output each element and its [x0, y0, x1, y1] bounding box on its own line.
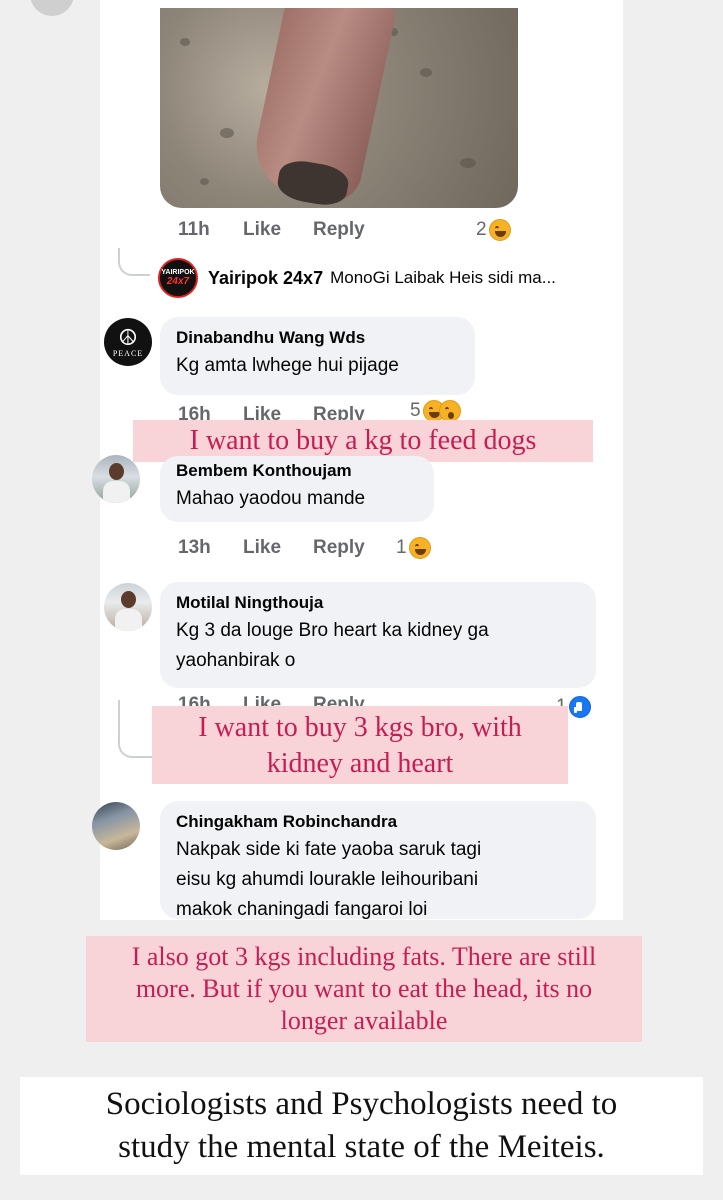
page-reply[interactable]: YAIRIPOK 24x7 Yairipok 24x7 MonoGi Laiba…: [158, 258, 556, 298]
comment-reactions[interactable]: 5: [410, 400, 461, 422]
overlay-caption: I also got 3 kgs including fats. There a…: [86, 936, 642, 1042]
like-reaction-icon: [568, 696, 591, 718]
wow-emoji-icon: [438, 400, 461, 422]
reaction-count: 5: [410, 400, 421, 421]
comment-actions: 13h Like Reply: [178, 537, 365, 559]
comment-reply-button[interactable]: Reply: [313, 537, 365, 559]
comment-bubble: Motilal Ningthouja Kg 3 da louge Bro hea…: [160, 582, 596, 688]
comment-text: Kg amta lwhege hui pijage: [176, 355, 399, 376]
page-avatar: YAIRIPOK 24x7: [158, 258, 198, 298]
comment-text-line: Kg 3 da louge Bro heart ka kidney ga: [176, 620, 489, 641]
haha-emoji-icon: [488, 219, 511, 241]
comment-like-button[interactable]: Like: [243, 694, 313, 706]
comment-time: 13h: [178, 537, 211, 558]
avatar[interactable]: [104, 583, 152, 631]
overlay-caption: I want to buy 3 kgs bro, with kidney and…: [152, 706, 568, 784]
peace-icon: ☮: [118, 324, 138, 350]
comment-bubble: Chingakham Robinchandra Nakpak side ki f…: [160, 801, 596, 919]
bottom-caption: Sociologists and Psychologists need to s…: [20, 1077, 703, 1175]
page-reply-name[interactable]: Yairipok 24x7: [208, 268, 323, 289]
avatar[interactable]: [92, 802, 140, 850]
reaction-count: 1: [396, 537, 407, 558]
avatar[interactable]: ☮ PEACE: [104, 318, 152, 366]
comment-text-line: Nakpak side ki fate yaoba saruk tagi: [176, 839, 482, 860]
photo-reply-button[interactable]: Reply: [313, 219, 365, 241]
comment-like-button[interactable]: Like: [243, 537, 313, 559]
comment-author[interactable]: Chingakham Robinchandra: [176, 811, 580, 833]
comment-actions: 16h Like Reply: [178, 694, 365, 706]
photo-reactions[interactable]: 2: [476, 219, 511, 241]
photo-like-button[interactable]: Like: [243, 219, 313, 241]
comment-text-line: eisu kg ahumdi lourakle leihouribani: [176, 869, 479, 890]
story-frame: 11h Like Reply 2 YAIRIPOK 24x7 Yairipok …: [0, 0, 723, 1200]
photo-time: 11h: [178, 219, 210, 240]
comment-author[interactable]: Dinabandhu Wang Wds: [176, 327, 459, 349]
avatar[interactable]: [92, 455, 140, 503]
comment-text: Mahao yaodou mande: [176, 488, 366, 509]
photo-actions: 11h Like Reply: [178, 219, 365, 241]
comment-text-line: yaohanbirak o: [176, 650, 296, 671]
comment-time: 16h: [178, 694, 211, 706]
story-corner-dot: [30, 0, 74, 16]
thread-connector: [118, 700, 154, 758]
comment-bubble: Bembem Konthoujam Mahao yaodou mande: [160, 456, 434, 522]
comment-reactions[interactable]: 1: [396, 537, 431, 559]
comment-author[interactable]: Motilal Ningthouja: [176, 592, 580, 614]
haha-emoji-icon: [408, 537, 431, 559]
photo-reaction-count: 2: [476, 219, 487, 240]
comment-bubble: Dinabandhu Wang Wds Kg amta lwhege hui p…: [160, 317, 475, 395]
page-reply-text: MonoGi Laibak Heis sidi ma...: [330, 268, 556, 287]
thread-connector: [118, 248, 150, 276]
post-photo: [160, 8, 518, 208]
comment-reply-button[interactable]: Reply: [313, 694, 365, 706]
comment-text-line: makok chaningadi fangaroi loi: [176, 899, 428, 919]
comment-author[interactable]: Bembem Konthoujam: [176, 460, 418, 482]
